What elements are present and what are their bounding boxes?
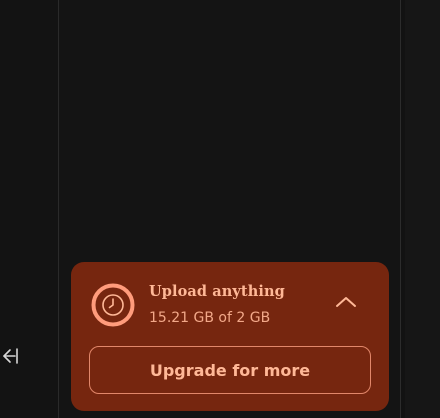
left-sidebar bbox=[0, 0, 59, 418]
storage-usage-card: Upload anything 15.21 GB of 2 GB Upgrade… bbox=[71, 262, 389, 411]
clock-icon bbox=[91, 283, 135, 327]
storage-card-header: Upload anything 15.21 GB of 2 GB bbox=[91, 283, 367, 327]
upgrade-button[interactable]: Upgrade for more bbox=[89, 346, 371, 394]
storage-usage: 15.21 GB of 2 GB bbox=[149, 310, 271, 326]
right-panel bbox=[401, 0, 440, 418]
panel-edge bbox=[401, 0, 405, 418]
app-window: Upload anything 15.21 GB of 2 GB Upgrade… bbox=[0, 0, 440, 418]
chevron-up-icon bbox=[334, 294, 358, 314]
storage-text: Upload anything 15.21 GB of 2 GB bbox=[149, 283, 285, 327]
collapse-sidebar-button[interactable] bbox=[0, 342, 22, 370]
collapse-left-icon bbox=[0, 346, 20, 366]
collapse-card-button[interactable] bbox=[333, 293, 359, 315]
storage-title: Upload anything bbox=[149, 283, 285, 300]
